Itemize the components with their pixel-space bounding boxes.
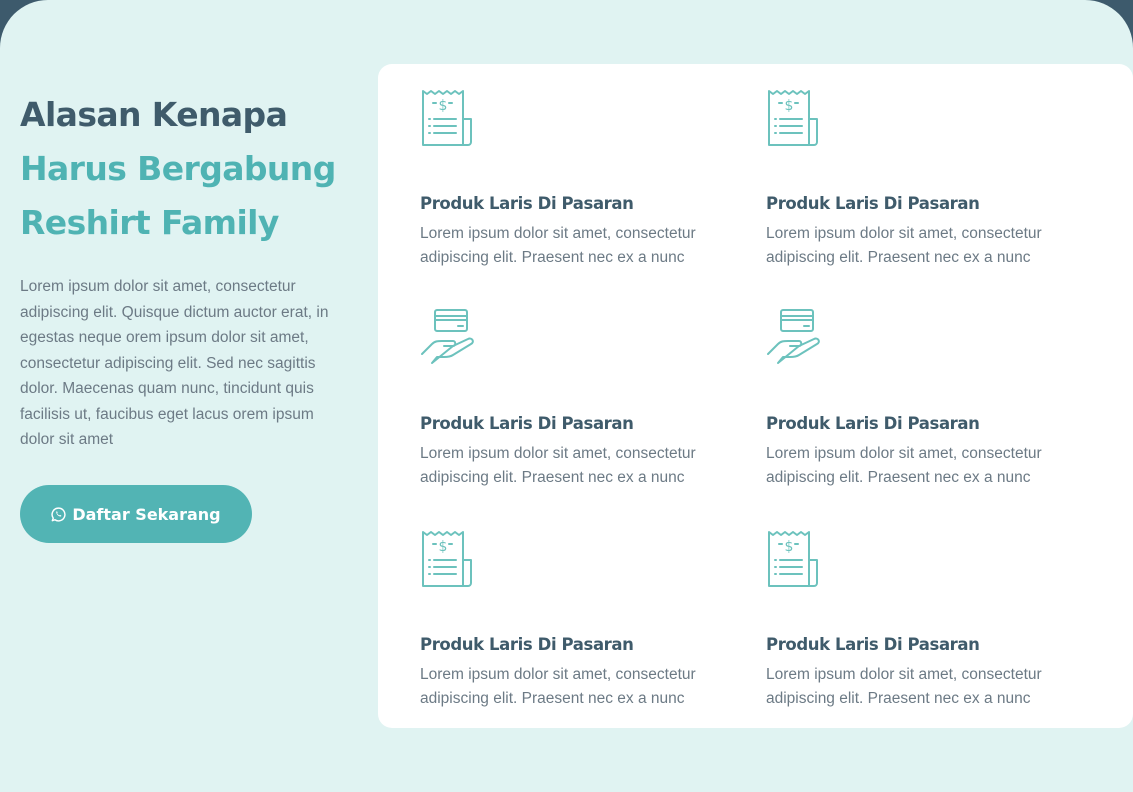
card-payment-icon — [420, 308, 480, 370]
register-now-button[interactable]: Daftar Sekarang — [20, 485, 252, 543]
heading-line-3: Reshirt Family — [20, 203, 279, 242]
feature-title: Produk Laris Di Pasaran — [420, 635, 634, 654]
feature-title: Produk Laris Di Pasaran — [766, 414, 980, 433]
section-heading: Alasan Kenapa Harus Bergabung Reshirt Fa… — [20, 88, 350, 250]
features-card: $ Produk Laris Di Pasaran Lorem ipsum do… — [378, 64, 1133, 728]
receipt-icon: $ — [766, 88, 826, 150]
register-now-label: Daftar Sekarang — [72, 504, 221, 524]
feature-title: Produk Laris Di Pasaran — [420, 194, 634, 213]
feature-text: Lorem ipsum dolor sit amet, consectetur … — [420, 666, 696, 707]
heading-line-1: Alasan Kenapa — [20, 95, 288, 134]
svg-text:$: $ — [785, 98, 794, 114]
feature-text: Lorem ipsum dolor sit amet, consectetur … — [766, 225, 1042, 266]
feature-text: Lorem ipsum dolor sit amet, consectetur … — [766, 666, 1042, 707]
hero-column: Alasan Kenapa Harus Bergabung Reshirt Fa… — [20, 88, 350, 453]
receipt-icon: $ — [420, 88, 480, 150]
reasons-section: Alasan Kenapa Harus Bergabung Reshirt Fa… — [0, 0, 1133, 792]
feature-text: Lorem ipsum dolor sit amet, consectetur … — [420, 225, 696, 266]
receipt-icon: $ — [420, 529, 480, 591]
card-payment-icon — [766, 308, 826, 370]
section-description: Lorem ipsum dolor sit amet, consectetur … — [20, 278, 329, 448]
feature-text: Lorem ipsum dolor sit amet, consectetur … — [420, 445, 696, 486]
heading-line-2: Harus Bergabung — [20, 149, 336, 188]
receipt-icon: $ — [766, 529, 826, 591]
whatsapp-icon — [51, 506, 66, 522]
feature-title: Produk Laris Di Pasaran — [766, 635, 980, 654]
feature-text: Lorem ipsum dolor sit amet, consectetur … — [766, 445, 1042, 486]
feature-title: Produk Laris Di Pasaran — [420, 414, 634, 433]
feature-title: Produk Laris Di Pasaran — [766, 194, 980, 213]
svg-text:$: $ — [439, 539, 448, 555]
svg-text:$: $ — [785, 539, 794, 555]
svg-text:$: $ — [439, 98, 448, 114]
